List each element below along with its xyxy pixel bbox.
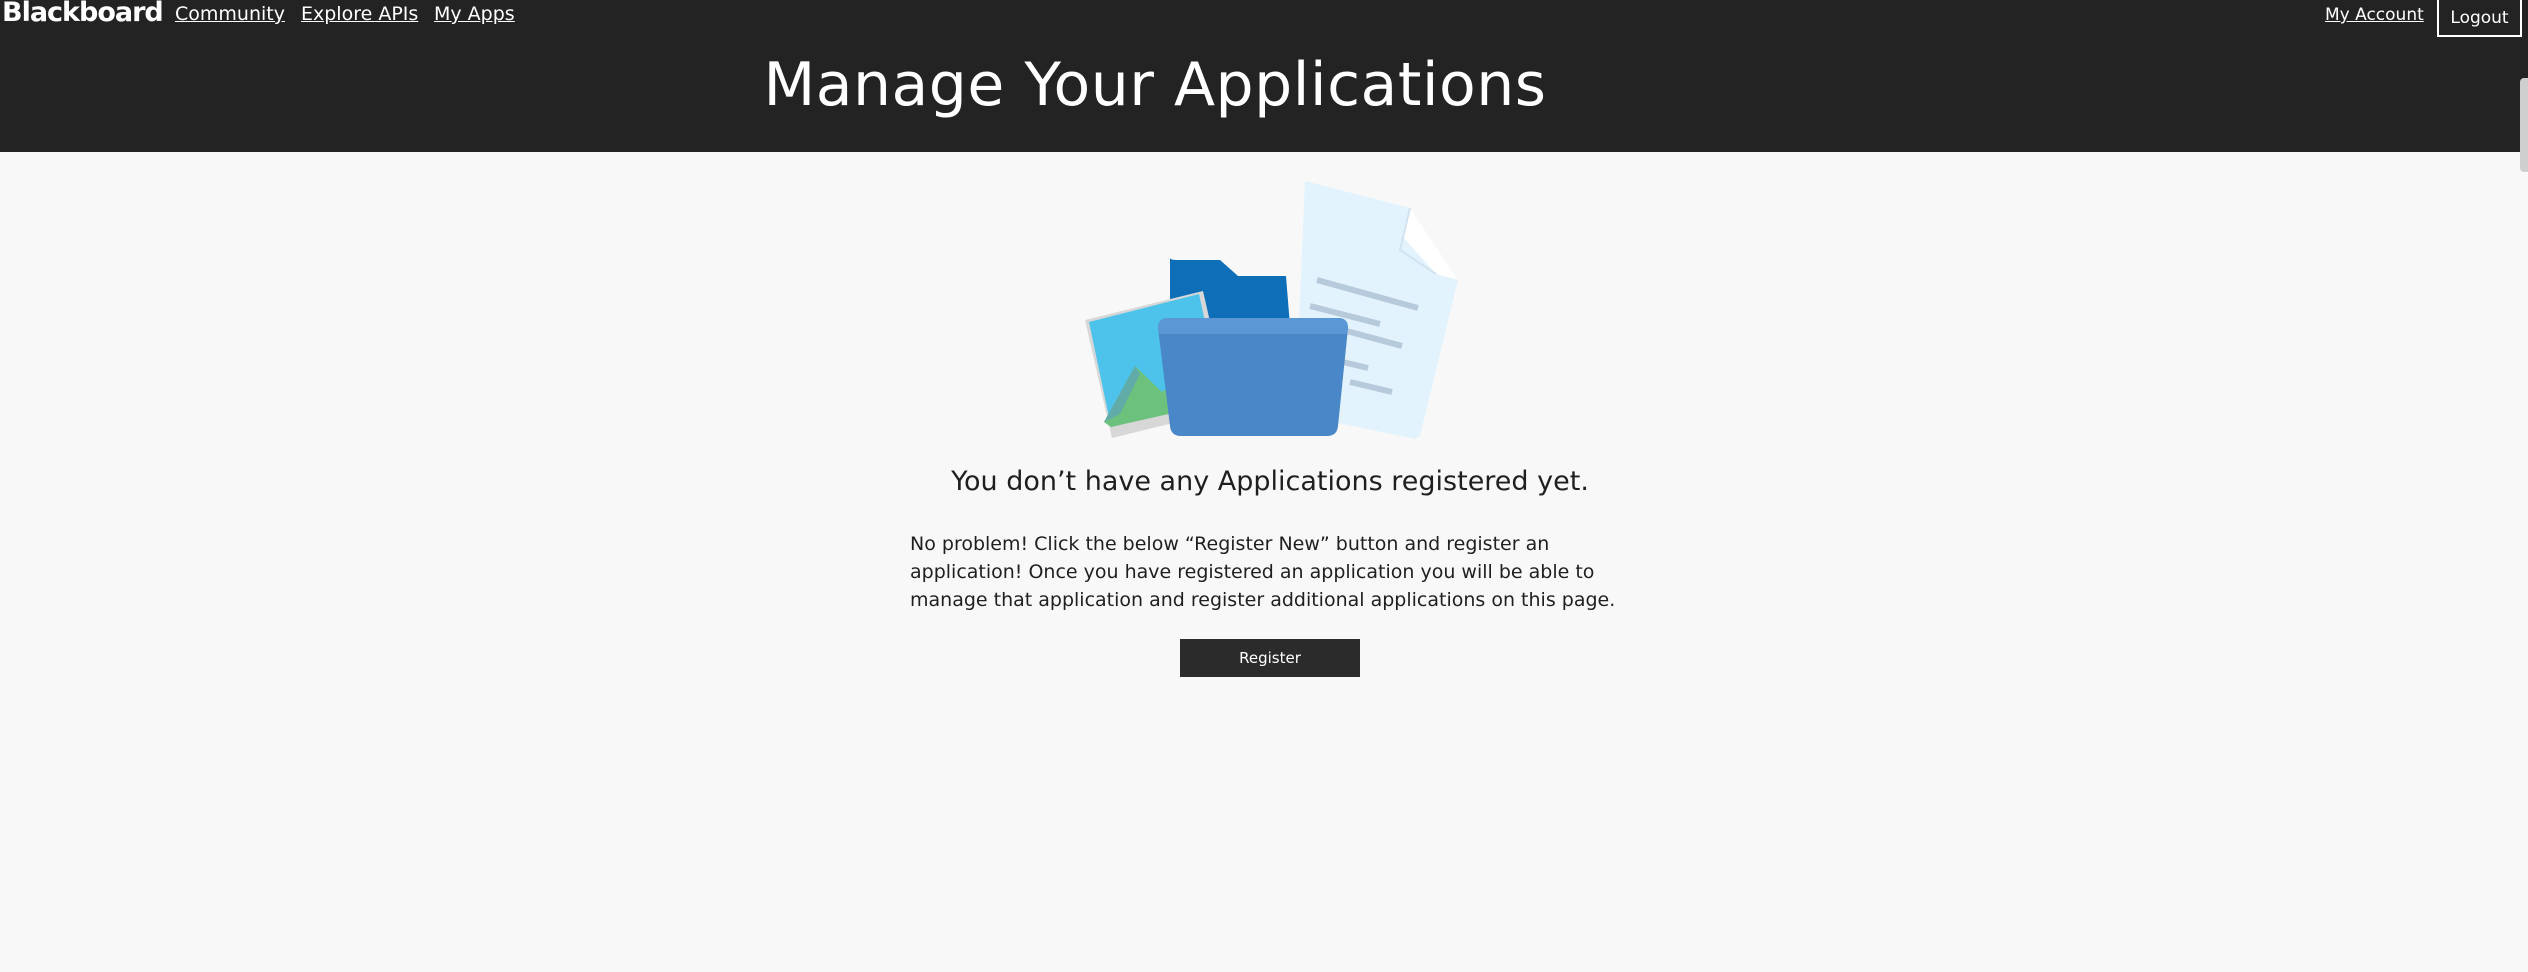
logout-button[interactable]: Logout — [2437, 0, 2522, 37]
nav-link-explore-apis[interactable]: Explore APIs — [301, 3, 418, 25]
nav-link-community[interactable]: Community — [175, 3, 285, 25]
empty-state-illustration-svg — [1085, 181, 1458, 439]
brand-logo[interactable]: Blackboard — [2, 0, 164, 28]
empty-state-heading: You don’t have any Applications register… — [951, 466, 1589, 497]
nav-link-my-apps[interactable]: My Apps — [434, 3, 515, 25]
empty-state-description: No problem! Click the below “Register Ne… — [910, 533, 1616, 611]
scrollbar-thumb[interactable] — [2520, 78, 2528, 172]
folder-with-documents-illustration — [1080, 178, 1465, 448]
register-button[interactable]: Register — [1180, 639, 1360, 677]
folder-front-icon — [1158, 318, 1348, 436]
page-title: Manage Your Applications — [763, 50, 1547, 120]
my-account-link[interactable]: My Account — [2325, 5, 2424, 25]
top-header: Blackboard Community Explore APIs My App… — [0, 0, 2528, 172]
